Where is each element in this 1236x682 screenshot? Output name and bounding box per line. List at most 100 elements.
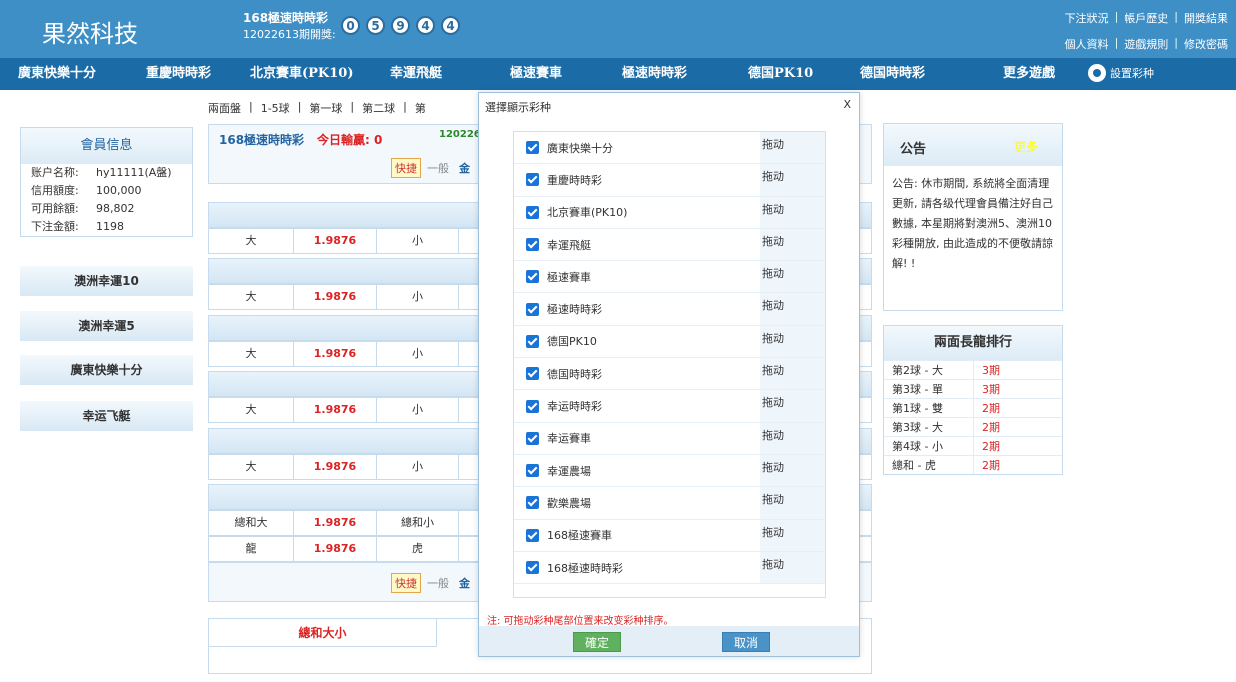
bet-option[interactable]: 虎 bbox=[377, 537, 459, 561]
lottery-checkbox-row[interactable]: 重慶時時彩 bbox=[514, 164, 760, 195]
today-win-loss: 今日輸贏: 0 bbox=[317, 133, 383, 147]
quick-bet-button[interactable]: 快捷 bbox=[391, 158, 421, 178]
notice-more-link[interactable]: 更多 bbox=[1014, 138, 1038, 155]
left-btn-gd-happy10[interactable]: 廣東快樂十分 bbox=[20, 355, 193, 385]
list-item: 幸運飛艇 拖动 bbox=[514, 228, 825, 262]
checkbox-checked-icon[interactable] bbox=[526, 173, 539, 187]
bet-option[interactable]: 小 bbox=[377, 285, 459, 309]
drag-handle[interactable]: 拖动 bbox=[760, 228, 825, 261]
checkbox-checked-icon[interactable] bbox=[526, 141, 539, 155]
bet-option[interactable]: 龍 bbox=[209, 537, 294, 561]
list-item: 德国PK10 拖动 bbox=[514, 325, 825, 359]
amount-label: 金 bbox=[459, 577, 470, 590]
lottery-checkbox-row[interactable]: 極速時時彩 bbox=[514, 293, 760, 324]
checkbox-checked-icon[interactable] bbox=[526, 334, 539, 348]
lottery-name: 廣東快樂十分 bbox=[547, 141, 613, 155]
link-account-history[interactable]: 帳戶歷史 bbox=[1124, 10, 1168, 26]
link-draw-results[interactable]: 開獎結果 bbox=[1184, 10, 1228, 26]
settings-lottery-button[interactable]: 設置彩种 bbox=[1088, 64, 1154, 82]
nav-item-de-pk10[interactable]: 德国PK10 bbox=[748, 58, 813, 90]
bet-option[interactable]: 總和小 bbox=[377, 511, 459, 535]
tab-two-sides[interactable]: 兩面盤 bbox=[208, 100, 241, 116]
link-game-rules[interactable]: 遊戲規則 bbox=[1124, 36, 1168, 52]
lottery-checkbox-row[interactable]: 德国PK10 bbox=[514, 326, 760, 357]
tab-ball-partial[interactable]: 第 bbox=[415, 100, 426, 116]
drag-handle[interactable]: 拖动 bbox=[760, 519, 825, 551]
lottery-checkbox-row[interactable]: 極速賽車 bbox=[514, 261, 760, 292]
bet-option[interactable]: 小 bbox=[377, 342, 459, 366]
lottery-checkbox-row[interactable]: 168極速時時彩 bbox=[514, 552, 760, 583]
checkbox-checked-icon[interactable] bbox=[526, 205, 539, 219]
bet-option[interactable]: 大 bbox=[209, 342, 294, 366]
drag-handle[interactable]: 拖动 bbox=[760, 261, 825, 293]
drag-handle[interactable]: 拖动 bbox=[760, 390, 825, 422]
tab-balls-1-5[interactable]: 1-5球 bbox=[261, 100, 290, 116]
lottery-checkbox-row[interactable]: 幸运時時彩 bbox=[514, 390, 760, 421]
left-btn-au-lucky5[interactable]: 澳洲幸運5 bbox=[20, 311, 193, 341]
link-change-password[interactable]: 修改密碼 bbox=[1184, 36, 1228, 52]
odds-value: 1.9876 bbox=[294, 285, 377, 309]
bet-option[interactable]: 大 bbox=[209, 398, 294, 422]
normal-bet-button[interactable]: 一般 bbox=[427, 160, 449, 176]
confirm-button[interactable]: 確定 bbox=[573, 632, 621, 652]
nav-item-cq-ssc[interactable]: 重慶時時彩 bbox=[146, 58, 211, 90]
odds-value: 1.9876 bbox=[294, 229, 377, 253]
normal-bet-button[interactable]: 一般 bbox=[427, 575, 449, 591]
link-bet-status[interactable]: 下注狀況 bbox=[1065, 10, 1109, 26]
close-icon[interactable]: X bbox=[843, 98, 851, 111]
lottery-checkbox-row[interactable]: 廣東快樂十分 bbox=[514, 132, 760, 163]
left-btn-au-lucky10[interactable]: 澳洲幸運10 bbox=[20, 266, 193, 296]
nav-item-gd-happy10[interactable]: 廣東快樂十分 bbox=[18, 58, 96, 90]
nav-item-speed-ssc[interactable]: 極速時時彩 bbox=[622, 58, 687, 90]
nav-item-speed-racing[interactable]: 極速賽車 bbox=[510, 58, 562, 90]
odds-value: 1.9876 bbox=[294, 342, 377, 366]
lottery-checkbox-row[interactable]: 歡樂農場 bbox=[514, 487, 760, 518]
link-profile[interactable]: 個人資料 bbox=[1065, 36, 1109, 52]
cancel-button[interactable]: 取消 bbox=[722, 632, 770, 652]
quick-bet-button[interactable]: 快捷 bbox=[391, 573, 421, 593]
checkbox-checked-icon[interactable] bbox=[526, 270, 539, 284]
checkbox-checked-icon[interactable] bbox=[526, 528, 539, 542]
lottery-checkbox-row[interactable]: 幸運農場 bbox=[514, 455, 760, 486]
checkbox-checked-icon[interactable] bbox=[526, 399, 539, 413]
tab-ball-2[interactable]: 第二球 bbox=[362, 100, 395, 116]
nav-item-more-games[interactable]: 更多遊戲 bbox=[1003, 58, 1055, 90]
lottery-checkbox-row[interactable]: 幸運飛艇 bbox=[514, 229, 760, 260]
tab-ball-1[interactable]: 第一球 bbox=[309, 100, 342, 116]
nav-item-lucky-airship[interactable]: 幸運飛艇 bbox=[390, 58, 442, 90]
tab-total-big-small[interactable]: 總和大小 bbox=[209, 619, 437, 647]
drag-handle[interactable]: 拖动 bbox=[760, 164, 825, 196]
lottery-checkbox-row[interactable]: 北京賽車(PK10) bbox=[514, 197, 760, 228]
lottery-checkbox-row[interactable]: 德国時時彩 bbox=[514, 358, 760, 389]
bet-option[interactable]: 總和大 bbox=[209, 511, 294, 535]
bet-option[interactable]: 大 bbox=[209, 229, 294, 253]
nav-item-de-ssc[interactable]: 德国時時彩 bbox=[860, 58, 925, 90]
checkbox-checked-icon[interactable] bbox=[526, 302, 539, 316]
drag-handle[interactable]: 拖动 bbox=[760, 358, 825, 390]
bet-option[interactable]: 大 bbox=[209, 285, 294, 309]
left-btn-lucky-airship[interactable]: 幸运飞艇 bbox=[20, 401, 193, 431]
drag-handle[interactable]: 拖动 bbox=[760, 454, 825, 487]
drag-handle[interactable]: 拖动 bbox=[760, 422, 825, 454]
drag-handle[interactable]: 拖动 bbox=[760, 487, 825, 519]
bet-option[interactable]: 小 bbox=[377, 229, 459, 253]
member-info-panel: 會員信息 账户名称: hy11111(A盤) 信用額度: 100,000 可用餘額:… bbox=[20, 127, 193, 237]
checkbox-checked-icon[interactable] bbox=[526, 238, 539, 252]
lottery-checkbox-row[interactable]: 幸运賽車 bbox=[514, 423, 760, 454]
drag-handle[interactable]: 拖动 bbox=[760, 196, 825, 228]
drag-handle[interactable]: 拖动 bbox=[760, 325, 825, 358]
drag-handle[interactable]: 拖动 bbox=[760, 551, 825, 584]
checkbox-checked-icon[interactable] bbox=[526, 561, 539, 574]
drag-handle[interactable]: 拖动 bbox=[760, 132, 825, 164]
bet-option[interactable]: 小 bbox=[377, 455, 459, 479]
bet-option[interactable]: 小 bbox=[377, 398, 459, 422]
drag-handle[interactable]: 拖动 bbox=[760, 293, 825, 325]
nav-item-bj-pk10[interactable]: 北京賽車(PK10) bbox=[250, 58, 353, 90]
checkbox-checked-icon[interactable] bbox=[526, 431, 539, 445]
checkbox-checked-icon[interactable] bbox=[526, 367, 539, 381]
member-row: 信用額度: 100,000 bbox=[21, 182, 192, 200]
bet-option[interactable]: 大 bbox=[209, 455, 294, 479]
lottery-checkbox-row[interactable]: 168極速賽車 bbox=[514, 520, 760, 551]
checkbox-checked-icon[interactable] bbox=[526, 496, 539, 510]
checkbox-checked-icon[interactable] bbox=[526, 464, 539, 478]
